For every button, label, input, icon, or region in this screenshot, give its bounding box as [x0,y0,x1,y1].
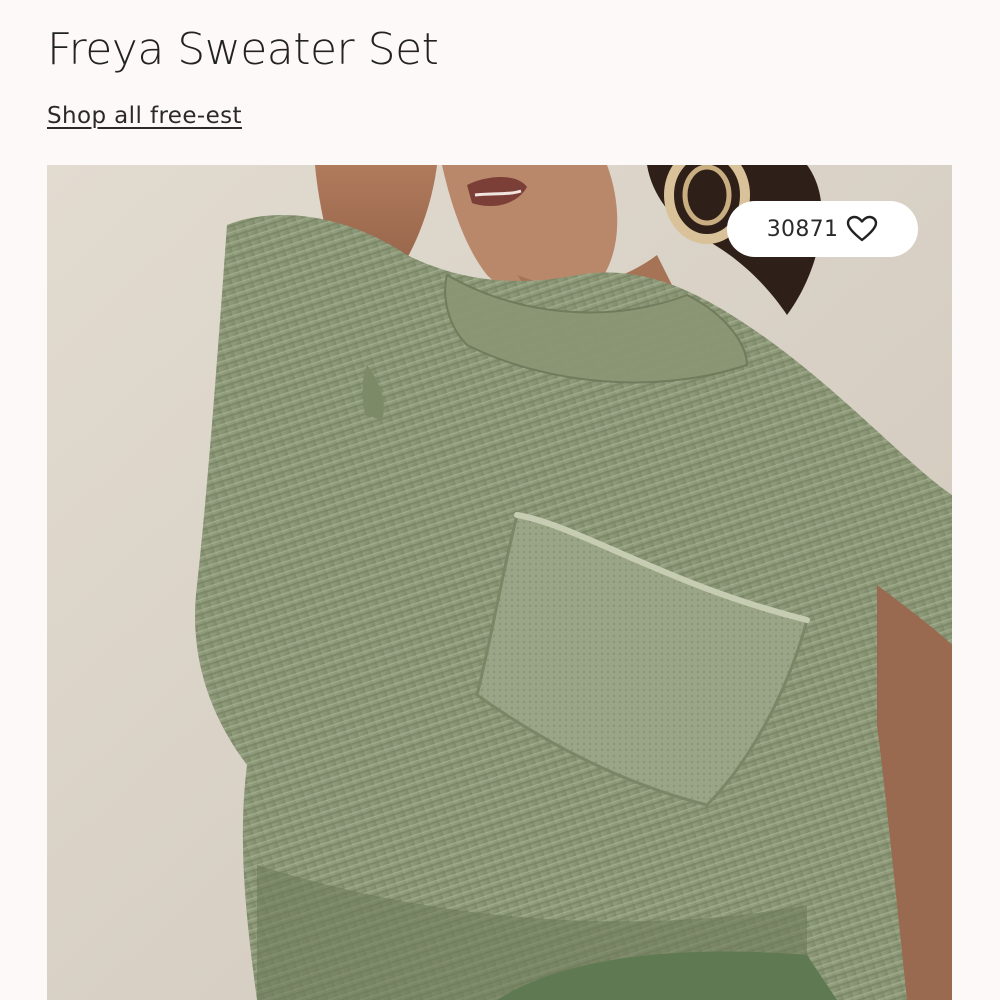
heart-outline-icon [846,215,878,243]
shop-all-link[interactable]: Shop all free-est [47,103,242,129]
like-button[interactable]: 30871 [727,201,918,257]
product-photo-illustration [47,165,952,1000]
product-image[interactable]: 30871 [47,165,952,1000]
like-count: 30871 [766,216,839,242]
product-title: Freya Sweater Set [47,24,439,75]
